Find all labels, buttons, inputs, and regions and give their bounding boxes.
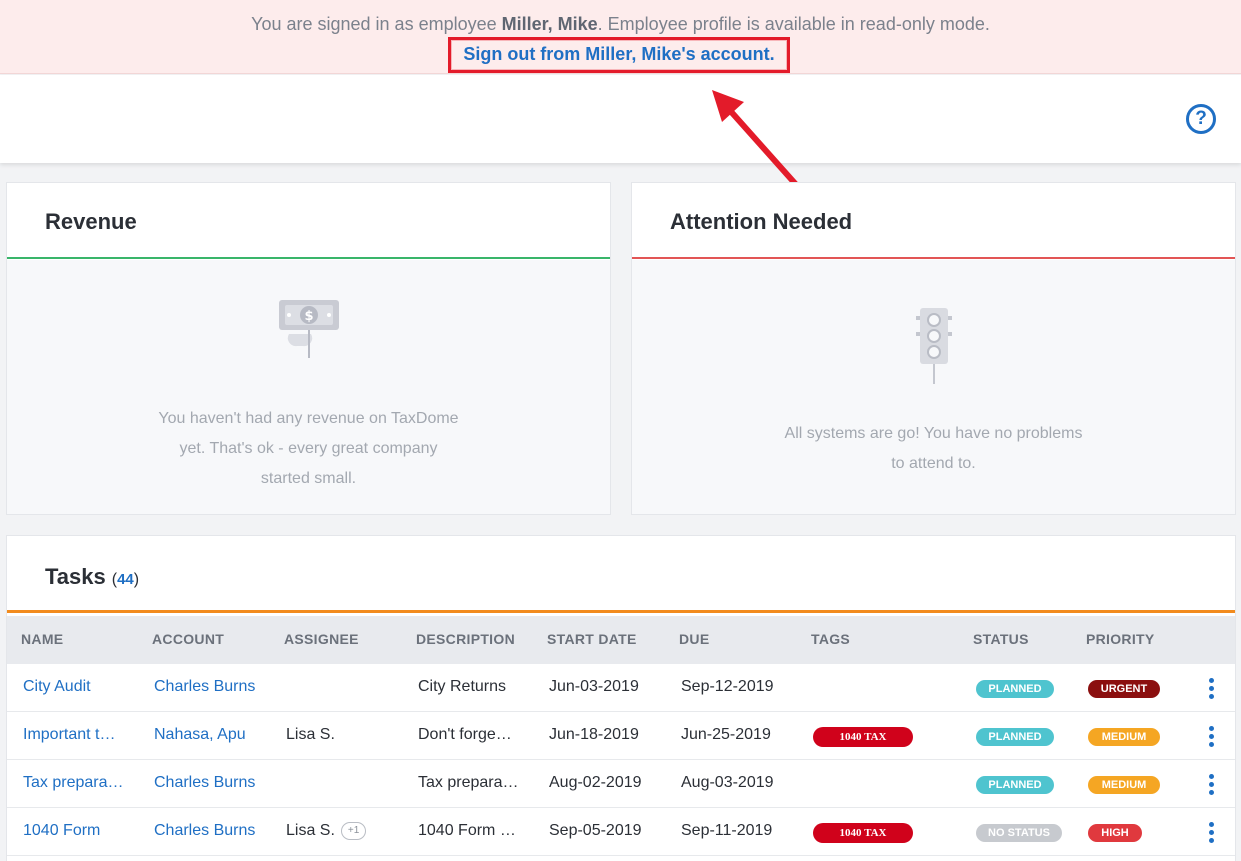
attention-empty-line-2: to attend to. xyxy=(891,455,976,472)
money-icon: $ xyxy=(279,300,339,358)
signout-link[interactable]: Sign out from Miller, Mike's account. xyxy=(451,44,787,65)
banner-prefix: You are signed in as employee xyxy=(251,14,502,34)
revenue-title: Revenue xyxy=(45,209,137,234)
column-priority[interactable]: PRIORITY xyxy=(1086,631,1155,647)
traffic-light-icon xyxy=(916,308,952,384)
revenue-empty-state: $ You haven't had any revenue on TaxDome… xyxy=(7,260,610,514)
task-account-link[interactable]: Nahasa, Apu xyxy=(154,726,274,744)
task-start-date: Aug-02-2019 xyxy=(549,774,642,791)
column-description[interactable]: DESCRIPTION xyxy=(416,631,515,647)
more-options-icon[interactable] xyxy=(1203,676,1219,702)
task-name-link[interactable]: Tax prepara… xyxy=(23,774,131,792)
column-account[interactable]: ACCOUNT xyxy=(152,631,224,647)
attention-empty-line-1: All systems are go! You have no problems xyxy=(784,425,1083,442)
table-row[interactable]: Important t… Nahasa, Apu Lisa S. Don't forg… xyxy=(7,712,1235,760)
task-account-link[interactable]: Charles Burns xyxy=(154,822,274,840)
tasks-title: Tasks (44) xyxy=(45,564,139,590)
task-description: Tax prepara… xyxy=(418,774,519,791)
table-row[interactable]: 1040 Form Charles Burns Lisa S. +1 1040 Form… xyxy=(7,808,1235,856)
column-tags[interactable]: TAGS xyxy=(811,631,850,647)
tasks-card-header: Tasks (44) xyxy=(7,536,1235,613)
column-due[interactable]: DUE xyxy=(679,631,709,647)
task-tag[interactable]: 1040 TAX xyxy=(813,823,913,843)
column-status[interactable]: STATUS xyxy=(973,631,1029,647)
impersonation-banner: You are signed in as employee Miller, Mi… xyxy=(0,0,1241,74)
task-due-date: Sep-12-2019 xyxy=(681,678,774,695)
revenue-card: Revenue $ You haven't had any revenue on… xyxy=(6,182,611,515)
help-icon[interactable]: ? xyxy=(1186,104,1216,134)
task-due-date: Sep-11-2019 xyxy=(681,822,773,839)
attention-card-header: Attention Needed xyxy=(632,183,1235,259)
task-name-link[interactable]: 1040 Form xyxy=(23,822,131,840)
tasks-title-text: Tasks xyxy=(45,564,106,589)
task-assignee: Lisa S. xyxy=(286,726,396,744)
task-due-date: Aug-03-2019 xyxy=(681,774,774,791)
attention-title: Attention Needed xyxy=(670,209,853,234)
task-assignee: Lisa S. +1 xyxy=(286,822,396,840)
task-start-date: Sep-05-2019 xyxy=(549,822,642,839)
tasks-count-close: ) xyxy=(133,571,140,588)
banner-suffix: . Employee profile is available in read-… xyxy=(597,14,990,34)
task-description: Don't forge… xyxy=(418,726,512,743)
table-row[interactable]: Tax prepara… Charles Burns Tax prepara… Aug… xyxy=(7,760,1235,808)
task-description: 1040 Form … xyxy=(418,822,516,839)
more-options-icon[interactable] xyxy=(1203,724,1219,750)
more-options-icon[interactable] xyxy=(1203,772,1219,798)
task-assignee-name: Lisa S. xyxy=(286,726,335,743)
task-account-link[interactable]: Charles Burns xyxy=(154,774,274,792)
task-status-badge[interactable]: PLANNED xyxy=(976,680,1054,698)
attention-empty-state: All systems are go! You have no problems… xyxy=(632,260,1235,514)
task-start-date: Jun-03-2019 xyxy=(549,678,639,695)
top-bar xyxy=(0,75,1241,163)
more-options-icon[interactable] xyxy=(1203,820,1219,846)
revenue-empty-line-2: yet. That's ok - every great company xyxy=(179,440,438,457)
banner-message: You are signed in as employee Miller, Mi… xyxy=(0,14,1241,35)
task-tag[interactable]: 1040 TAX xyxy=(813,727,913,747)
task-status-badge[interactable]: PLANNED xyxy=(976,776,1054,794)
task-priority-badge[interactable]: URGENT xyxy=(1088,680,1160,698)
tasks-count-wrap: (44) xyxy=(112,571,139,588)
revenue-empty-line-1: You haven't had any revenue on TaxDome xyxy=(158,410,459,427)
task-start-date: Jun-18-2019 xyxy=(549,726,639,743)
tasks-count[interactable]: 44 xyxy=(117,571,134,588)
revenue-card-header: Revenue xyxy=(7,183,610,259)
task-priority-badge[interactable]: HIGH xyxy=(1088,824,1142,842)
tasks-card: Tasks (44) NAME ACCOUNT ASSIGNEE DESCRIPT… xyxy=(6,535,1236,861)
column-assignee[interactable]: ASSIGNEE xyxy=(284,631,359,647)
table-row[interactable]: City Audit Charles Burns City Returns Jun-0… xyxy=(7,664,1235,712)
signout-highlight-box: Sign out from Miller, Mike's account. xyxy=(448,37,790,73)
column-name[interactable]: NAME xyxy=(21,631,63,647)
task-due-date: Jun-25-2019 xyxy=(681,726,771,743)
task-account-link[interactable]: Charles Burns xyxy=(154,678,274,696)
task-name-link[interactable]: Important t… xyxy=(23,726,131,744)
attention-card: Attention Needed All systems are go! You… xyxy=(631,182,1236,515)
extra-assignees-badge[interactable]: +1 xyxy=(340,822,367,840)
column-start-date[interactable]: START DATE xyxy=(547,631,637,647)
banner-employee-name: Miller, Mike xyxy=(501,14,598,34)
task-assignee-name: Lisa S. xyxy=(286,822,335,839)
tasks-table-header: NAME ACCOUNT ASSIGNEE DESCRIPTION START … xyxy=(7,616,1235,664)
task-name-link[interactable]: City Audit xyxy=(23,678,131,696)
svg-text:$: $ xyxy=(304,309,313,324)
task-priority-badge[interactable]: MEDIUM xyxy=(1088,728,1160,746)
revenue-empty-line-3: started small. xyxy=(260,470,357,487)
task-status-badge[interactable]: PLANNED xyxy=(976,728,1054,746)
task-description: City Returns xyxy=(418,678,507,695)
task-status-badge[interactable]: NO STATUS xyxy=(976,824,1062,842)
task-priority-badge[interactable]: MEDIUM xyxy=(1088,776,1160,794)
